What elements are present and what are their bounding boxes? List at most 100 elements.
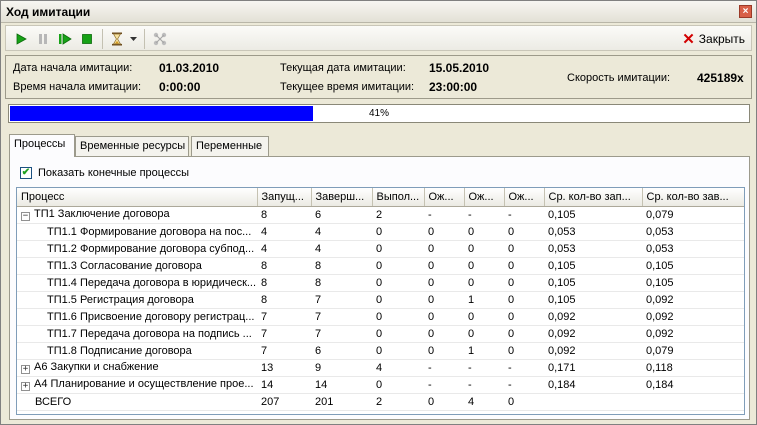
table-cell: 4 [311, 223, 372, 241]
process-name-cell[interactable]: ТП1.6 Присвоение договору регистрац... [17, 308, 257, 326]
table-cell: 0,092 [642, 325, 744, 343]
table-cell: - [464, 376, 504, 394]
table-cell: 0,053 [544, 223, 642, 241]
table-cell: 207 [257, 393, 311, 411]
play-icon[interactable] [12, 30, 30, 48]
process-name: ТП1.7 Передача договора на подпись ... [47, 327, 252, 340]
process-name-cell[interactable]: ТП1.7 Передача договора на подпись ... [17, 325, 257, 343]
table-cell: - [464, 206, 504, 224]
table-cell: 7 [257, 308, 311, 326]
table-row[interactable]: ТП1.8 Подписание договора 7 6 0 0 1 0 0,092 0,07… [17, 342, 744, 360]
current-date-label: Текущая дата имитации: [280, 62, 406, 74]
window-title: Ход имитации [6, 5, 91, 19]
column-header-running[interactable]: Выпол... [372, 188, 425, 207]
column-header-waiting-1[interactable]: Ож... [424, 188, 465, 207]
table-cell: 0,184 [642, 376, 744, 394]
tab-variables[interactable]: Переменные [191, 136, 269, 156]
table-row[interactable]: − ТП1 Заключение договора 8 6 2- - -0,105 0,079 [17, 206, 744, 224]
window-close-icon[interactable]: × [739, 5, 752, 18]
current-time-value: 23:00:00 [429, 80, 478, 94]
process-name-cell[interactable]: ТП1.3 Согласование договора [17, 257, 257, 275]
tab-time-resources[interactable]: Временные ресурсы [75, 136, 189, 156]
title-bar[interactable]: Ход имитации × [1, 1, 756, 23]
processes-table[interactable]: Процесс Запущ... Заверш... Выпол... Ож..… [16, 187, 745, 415]
process-name: ТП1.2 Формирование договора субпод... [47, 242, 255, 255]
process-name-cell[interactable]: − ТП1 Заключение договора [17, 206, 257, 224]
column-header-avg-started[interactable]: Ср. кол-во зап... [544, 188, 643, 207]
table-cell: 4 [372, 359, 424, 377]
close-button-label: Закрыть [698, 32, 745, 46]
progress-text: 41% [368, 108, 389, 119]
process-name-cell[interactable]: ТП1.4 Передача договора в юридическ... [17, 274, 257, 292]
column-header-waiting-3[interactable]: Ож... [504, 188, 545, 207]
process-name-cell[interactable]: ТП1.2 Формирование договора субпод... [17, 240, 257, 258]
table-cell: 0 [372, 240, 424, 258]
table-row[interactable]: ТП1.7 Передача договора на подпись ... 7 7… [17, 325, 744, 343]
table-cell: 8 [257, 257, 311, 275]
table-cell: 8 [311, 257, 372, 275]
tab-processes[interactable]: Процессы [9, 134, 75, 157]
table-cell: 14 [311, 376, 372, 394]
table-cell: 0 [504, 223, 544, 241]
chevron-down-icon[interactable] [128, 30, 138, 48]
process-name-cell[interactable]: + А4 Планирование и осуществление прое... [17, 376, 257, 394]
column-header-waiting-2[interactable]: Ож... [464, 188, 505, 207]
process-name-cell[interactable]: ТП1.8 Подписание договора [17, 342, 257, 360]
table-cell: 0 [504, 291, 544, 309]
table-row[interactable]: ТП1.3 Согласование договора 8 8 0 0 0 0 0,105 0,… [17, 257, 744, 275]
simulation-info-panel: Дата начала имитации: 01.03.2010 Время н… [5, 55, 752, 99]
process-name-cell[interactable]: ВСЕГО [17, 393, 257, 411]
current-time-label: Текущее время имитации: [280, 81, 415, 93]
table-row[interactable]: + А4 Планирование и осуществление прое...… [17, 376, 744, 394]
network-settings-icon[interactable] [151, 30, 169, 48]
stop-icon[interactable] [78, 30, 96, 48]
simulation-progress-bar: 41% [8, 104, 750, 123]
expand-icon[interactable]: + [21, 365, 30, 374]
table-row[interactable]: ТП1.1 Формирование договора на пос... 4 4 0… [17, 223, 744, 241]
table-cell: 0,092 [544, 308, 642, 326]
table-row[interactable]: ВСЕГО 207 201 2 0 4 0 [17, 393, 744, 411]
table-cell: 0 [372, 223, 424, 241]
table-cell: 0 [504, 274, 544, 292]
column-header-started[interactable]: Запущ... [257, 188, 312, 207]
table-row[interactable]: ТП1.6 Присвоение договору регистрац... 7 7… [17, 308, 744, 326]
step-forward-icon[interactable] [56, 30, 74, 48]
table-cell: 0,092 [642, 291, 744, 309]
process-name-cell[interactable]: ТП1.1 Формирование договора на пос... [17, 223, 257, 241]
table-cell: 7 [311, 308, 372, 326]
close-button[interactable]: ✕ Закрыть [682, 29, 745, 49]
column-header-avg-completed[interactable]: Ср. кол-во зав... [642, 188, 744, 207]
process-name-cell[interactable]: + А6 Закупки и снабжение [17, 359, 257, 377]
toolbar: ✕ Закрыть [5, 25, 752, 51]
pause-icon[interactable] [34, 30, 52, 48]
show-final-processes-checkbox[interactable]: ✔ Показать конечные процессы [20, 167, 189, 179]
table-cell: 6 [311, 342, 372, 360]
table-cell [642, 393, 744, 411]
table-cell: 0,184 [544, 376, 642, 394]
column-header-completed[interactable]: Заверш... [311, 188, 373, 207]
collapse-icon[interactable]: − [21, 212, 30, 221]
process-name: ВСЕГО [35, 395, 72, 408]
start-time-value: 0:00:00 [159, 80, 201, 94]
table-cell: 0 [424, 325, 464, 343]
process-name-cell[interactable]: ТП1.5 Регистрация договора [17, 291, 257, 309]
checkbox-check-icon[interactable]: ✔ [20, 167, 32, 179]
table-row[interactable]: ТП1.5 Регистрация договора 8 7 0 0 1 0 0,105 0,0… [17, 291, 744, 309]
column-header-process[interactable]: Процесс [17, 188, 258, 207]
table-cell: - [504, 359, 544, 377]
table-cell: 0 [504, 342, 544, 360]
table-cell: 0 [504, 240, 544, 258]
table-row[interactable]: + А6 Закупки и снабжение 13 9 4- - -0,171 0,118 [17, 359, 744, 377]
start-date-label: Дата начала имитации: [13, 62, 133, 74]
table-cell: 0 [504, 393, 544, 411]
process-name: ТП1.4 Передача договора в юридическ... [47, 276, 257, 289]
processes-panel: ✔ Показать конечные процессы Процесс Зап… [9, 156, 750, 420]
hourglass-icon[interactable] [108, 30, 126, 48]
expand-icon[interactable]: + [21, 382, 30, 391]
table-cell: 7 [257, 325, 311, 343]
table-row[interactable]: ТП1.4 Передача договора в юридическ... 8 8… [17, 274, 744, 292]
table-cell: 0,105 [544, 291, 642, 309]
table-cell: 0,105 [544, 257, 642, 275]
table-cell: 0 [464, 274, 504, 292]
table-row[interactable]: ТП1.2 Формирование договора субпод... 4 4 0… [17, 240, 744, 258]
